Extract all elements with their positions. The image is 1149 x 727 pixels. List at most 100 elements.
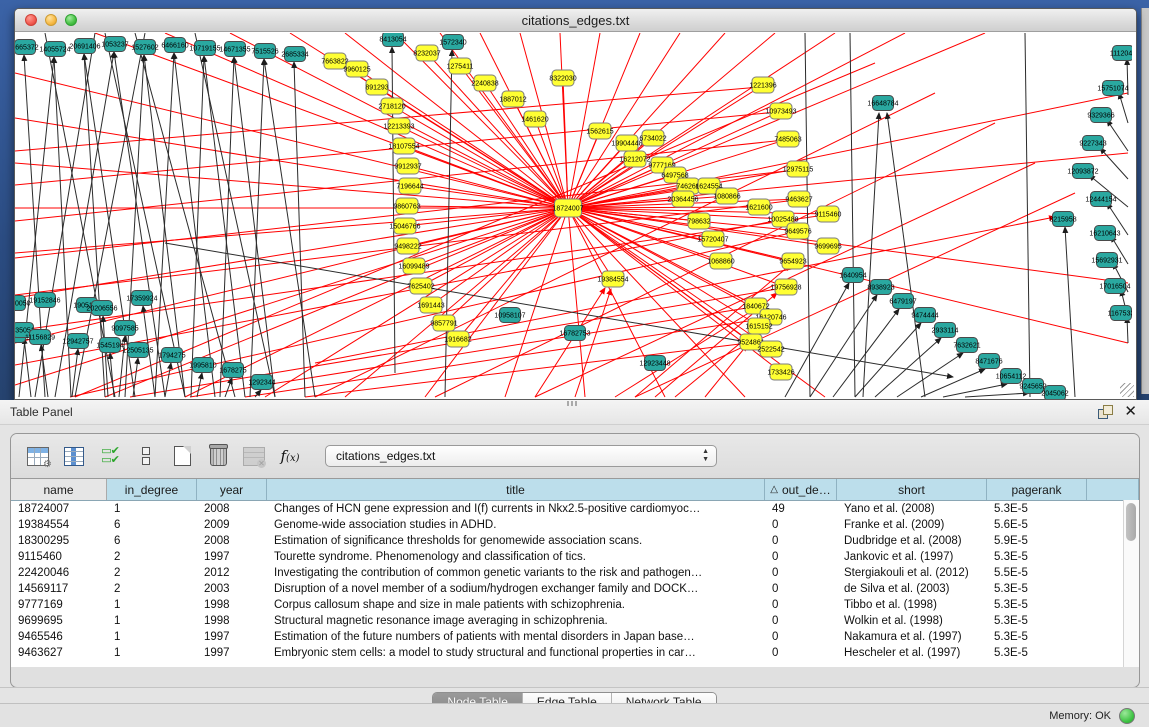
table-cell[interactable]: Structural magnetic resonance image aver…	[267, 613, 765, 629]
create-column-button[interactable]	[167, 441, 197, 471]
table-cell[interactable]: Corpus callosum shape and size in male p…	[267, 597, 765, 613]
vertical-scrollbar[interactable]	[1123, 500, 1139, 667]
table-cell[interactable]: 9699695	[11, 613, 107, 629]
table-cell[interactable]: Tibbo et al. (1998)	[837, 597, 987, 613]
table-row[interactable]: 977716911998Corpus callosum shape and si…	[11, 597, 1139, 613]
table-cell[interactable]: 6	[107, 533, 197, 549]
table-cell[interactable]: 6	[107, 517, 197, 533]
table-cell[interactable]: Changes of HCN gene expression and I(f) …	[267, 501, 765, 517]
table-cell[interactable]: Dudbridge et al. (2008)	[837, 533, 987, 549]
select-all-columns-button[interactable]: ▭✔▭✔	[95, 441, 125, 471]
table-cell[interactable]: 0	[765, 645, 837, 661]
table-row[interactable]: 1872400712008Changes of HCN gene express…	[11, 501, 1139, 517]
table-row[interactable]: 946362711997Embryonic stem cells: a mode…	[11, 645, 1139, 661]
table-cell[interactable]: 1997	[197, 645, 267, 661]
table-cell[interactable]: 0	[765, 613, 837, 629]
window-resize-grip[interactable]	[1120, 383, 1134, 397]
table-cell[interactable]: 1	[107, 501, 197, 517]
table-cell[interactable]: 2	[107, 565, 197, 581]
table-cell[interactable]: 0	[765, 581, 837, 597]
table-cell[interactable]: 5.3E-5	[987, 613, 1087, 629]
table-cell[interactable]: 0	[765, 549, 837, 565]
table-cell[interactable]: 0	[765, 597, 837, 613]
table-cell[interactable]: 0	[765, 517, 837, 533]
table-row[interactable]: 911546021997Tourette syndrome. Phenomeno…	[11, 549, 1139, 565]
table-row[interactable]: 1830029562008Estimation of significance …	[11, 533, 1139, 549]
table-cell[interactable]: 5.5E-5	[987, 565, 1087, 581]
network-canvas[interactable]: 1665372140557242069140610532371527602646…	[15, 32, 1136, 399]
delete-column-button[interactable]	[203, 441, 233, 471]
table-panel-header[interactable]: Table Panel ✕	[0, 400, 1149, 425]
table-row[interactable]: 946554611997Estimation of the future num…	[11, 629, 1139, 645]
table-cell[interactable]: 9777169	[11, 597, 107, 613]
table-cell[interactable]: 9463627	[11, 645, 107, 661]
table-cell[interactable]: Hescheler et al. (1997)	[837, 645, 987, 661]
table-cell[interactable]: 1997	[197, 549, 267, 565]
table-cell[interactable]: 1	[107, 597, 197, 613]
table-cell[interactable]: 2009	[197, 517, 267, 533]
memory-ok-indicator[interactable]	[1119, 708, 1135, 724]
table-cell[interactable]: 1	[107, 645, 197, 661]
table-cell[interactable]: 1998	[197, 597, 267, 613]
table-cell[interactable]: 2	[107, 549, 197, 565]
table-cell[interactable]: Nakamura et al. (1997)	[837, 629, 987, 645]
graph-nodes[interactable]: 1665372140557242069140610532371527602646…	[15, 33, 1132, 399]
table-selector-dropdown[interactable]: citations_edges.txt ▲▼	[325, 445, 717, 467]
table-cell[interactable]: Estimation of significance thresholds fo…	[267, 533, 765, 549]
table-cell[interactable]: 2	[107, 581, 197, 597]
table-cell[interactable]: 49	[765, 501, 837, 517]
table-cell[interactable]: de Silva et al. (2003)	[837, 581, 987, 597]
table-cell[interactable]: 5.3E-5	[987, 549, 1087, 565]
table-row[interactable]: 1456911722003Disruption of a novel membe…	[11, 581, 1139, 597]
network-window-titlebar[interactable]: citations_edges.txt	[15, 9, 1136, 32]
table-cell[interactable]: 2008	[197, 533, 267, 549]
table-cell[interactable]: Disruption of a novel member of a sodium…	[267, 581, 765, 597]
table-cell[interactable]: 18300295	[11, 533, 107, 549]
show-columns-button[interactable]	[59, 441, 89, 471]
scrollbar-thumb[interactable]	[1126, 503, 1136, 541]
table-cell[interactable]: Stergiakouli et al. (2012)	[837, 565, 987, 581]
splitter-grip[interactable]	[567, 401, 579, 406]
column-header-in_degree[interactable]: in_degree	[107, 479, 197, 500]
table-row[interactable]: 969969511998Structural magnetic resonanc…	[11, 613, 1139, 629]
table-cell[interactable]: Franke et al. (2009)	[837, 517, 987, 533]
close-panel-icon[interactable]: ✕	[1124, 405, 1137, 419]
delete-table-button[interactable]	[239, 441, 269, 471]
table-cell[interactable]: 2008	[197, 501, 267, 517]
column-header-name[interactable]: name	[11, 479, 107, 500]
table-cell[interactable]: 5.3E-5	[987, 501, 1087, 517]
column-header-short[interactable]: short	[837, 479, 987, 500]
column-header-pagerank[interactable]: pagerank	[987, 479, 1087, 500]
table-cell[interactable]: 9465546	[11, 629, 107, 645]
table-cell[interactable]: 5.3E-5	[987, 629, 1087, 645]
table-cell[interactable]: Tourette syndrome. Phenomenology and cla…	[267, 549, 765, 565]
table-row[interactable]: 2242004622012Investigating the contribut…	[11, 565, 1139, 581]
table-cell[interactable]: 0	[765, 533, 837, 549]
table-cell[interactable]: 5.6E-5	[987, 517, 1087, 533]
table-cell[interactable]: 1998	[197, 613, 267, 629]
table-cell[interactable]: 1	[107, 629, 197, 645]
table-cell[interactable]: 5.3E-5	[987, 597, 1087, 613]
table-cell[interactable]: Embryonic stem cells: a model to study s…	[267, 645, 765, 661]
table-cell[interactable]: Wolkin et al. (1998)	[837, 613, 987, 629]
table-cell[interactable]: 0	[765, 565, 837, 581]
table-mode-button[interactable]: ⚙	[23, 441, 53, 471]
table-cell[interactable]: 5.3E-5	[987, 581, 1087, 597]
table-cell[interactable]: 1	[107, 613, 197, 629]
table-cell[interactable]: 9115460	[11, 549, 107, 565]
function-builder-button[interactable]: f(x)	[275, 441, 305, 471]
float-panel-icon[interactable]	[1098, 405, 1112, 419]
table-cell[interactable]: 19384554	[11, 517, 107, 533]
table-cell[interactable]: 5.3E-5	[987, 645, 1087, 661]
table-cell[interactable]: 22420046	[11, 565, 107, 581]
table-cell[interactable]: 2012	[197, 565, 267, 581]
network-window[interactable]: citations_edges.txt 16653721405572420691…	[14, 8, 1137, 400]
table-cell[interactable]: 0	[765, 629, 837, 645]
table-row[interactable]: 1938455462009Genome-wide association stu…	[11, 517, 1139, 533]
table-cell[interactable]: 2003	[197, 581, 267, 597]
table-cell[interactable]: 14569117	[11, 581, 107, 597]
table-cell[interactable]: Investigating the contribution of common…	[267, 565, 765, 581]
table-cell[interactable]: Genome-wide association studies in ADHD.	[267, 517, 765, 533]
table-cell[interactable]: Yano et al. (2008)	[837, 501, 987, 517]
column-header-title[interactable]: title	[267, 479, 765, 500]
